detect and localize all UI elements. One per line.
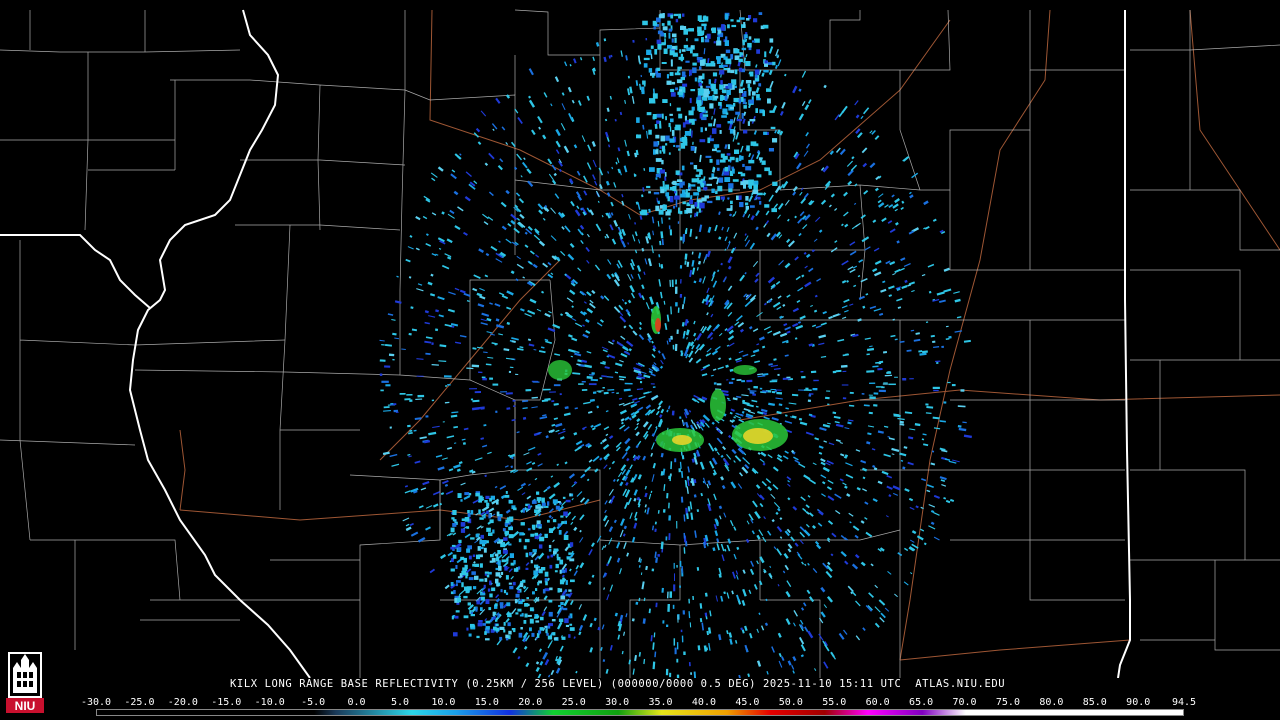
indiana-border (1117, 10, 1131, 678)
scale-label: 50.0 (778, 697, 803, 708)
logo-text: NIU (15, 699, 36, 713)
reflectivity-colorbar (96, 709, 1184, 716)
scale-label: -5.0 (301, 697, 326, 708)
reflectivity-scale-labels: -30.0 -25.0 -20.0 -15.0 -10.0 -5.0 0.0 5.0 10.0 1… (81, 697, 1196, 709)
scale-label: 25.0 (561, 697, 586, 708)
scale-label: -10.0 (254, 697, 285, 708)
scale-label: 0.0 (347, 697, 366, 708)
scale-label: 10.0 (431, 697, 456, 708)
radar-reflectivity-echoes (379, 12, 972, 678)
scale-label: 60.0 (865, 697, 890, 708)
scale-label: 75.0 (995, 697, 1020, 708)
scale-label: 20.0 (518, 697, 543, 708)
scale-label: 5.0 (390, 697, 409, 708)
scale-label: -25.0 (124, 697, 155, 708)
scale-label: 45.0 (735, 697, 760, 708)
scale-label: 80.0 (1039, 697, 1064, 708)
county-borders (0, 9, 1280, 678)
scale-label: 40.0 (691, 697, 716, 708)
scale-label: 30.0 (605, 697, 630, 708)
scale-label: 55.0 (822, 697, 847, 708)
scale-label: -20.0 (167, 697, 198, 708)
scale-label: 90.0 (1126, 697, 1151, 708)
scale-label: 94.5 (1171, 697, 1197, 708)
iowa-missouri-border (0, 234, 151, 309)
scale-label: 70.0 (952, 697, 977, 708)
radar-map (0, 9, 1280, 678)
scale-label: 85.0 (1082, 697, 1107, 708)
scale-label: 35.0 (648, 697, 673, 708)
scale-label: -30.0 (80, 697, 112, 708)
niu-castle-icon: NIU (6, 652, 44, 713)
product-caption: KILX LONG RANGE BASE REFLECTIVITY (0.25K… (230, 678, 1006, 690)
scale-label: 65.0 (909, 697, 934, 708)
scale-label: 15.0 (474, 697, 499, 708)
scale-label: -15.0 (211, 697, 242, 708)
